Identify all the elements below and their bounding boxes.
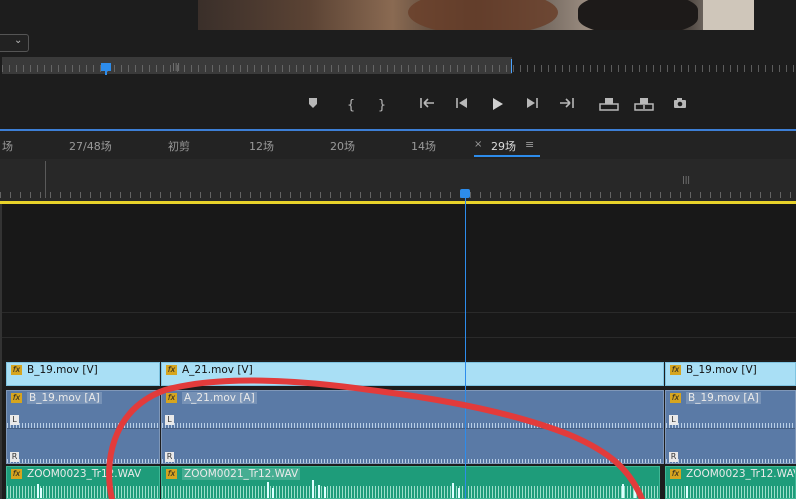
fx-badge-icon: fx bbox=[166, 365, 177, 375]
tab-close-icon[interactable]: × bbox=[474, 139, 482, 150]
audio-clip-b19[interactable]: fx B_19.mov [A] L R bbox=[6, 390, 160, 464]
timeline-ruler-ticks bbox=[0, 192, 796, 198]
fx-badge-icon: fx bbox=[11, 469, 22, 479]
mark-in-button[interactable]: { bbox=[342, 97, 360, 115]
tab-sequence-20[interactable]: 20场 bbox=[330, 138, 355, 154]
clip-label: ZOOM0023_Tr12.WAV bbox=[686, 468, 796, 480]
go-to-out-button[interactable] bbox=[556, 97, 576, 115]
channel-right-label: R bbox=[165, 452, 174, 462]
timeline-time-ruler[interactable]: ||| bbox=[0, 159, 796, 202]
audio-clip-zoom0021[interactable]: fx ZOOM0021_Tr12.WAV bbox=[161, 466, 660, 499]
lift-button[interactable] bbox=[599, 97, 619, 115]
monitor-playhead-icon[interactable] bbox=[101, 63, 111, 75]
fx-badge-icon: fx bbox=[670, 365, 681, 375]
channel-left-label: L bbox=[669, 415, 678, 425]
fx-badge-icon: fx bbox=[670, 469, 681, 479]
timeline-marker-icon: ||| bbox=[682, 175, 691, 184]
chevron-down-icon: ⌄ bbox=[14, 35, 23, 46]
tab-sequence-12[interactable]: 12场 bbox=[249, 138, 274, 154]
audio-clip-zoom0023-2[interactable]: fx ZOOM0023_Tr12.WAV bbox=[665, 466, 796, 499]
monitor-out-point bbox=[511, 59, 512, 73]
channel-left-label: L bbox=[165, 415, 174, 425]
clip-label: A_21.mov [V] bbox=[182, 364, 253, 376]
zoom-dropdown[interactable]: ⌄ bbox=[0, 34, 29, 52]
monitor-marker-icon: ||| bbox=[172, 62, 181, 71]
play-button[interactable] bbox=[488, 97, 506, 115]
export-frame-button[interactable] bbox=[671, 97, 689, 115]
fx-badge-icon: fx bbox=[166, 393, 177, 403]
channel-left-label: L bbox=[10, 415, 19, 425]
clip-label: ZOOM0023_Tr12.WAV bbox=[27, 468, 142, 480]
video-clip-b19[interactable]: fx B_19.mov [V] bbox=[6, 362, 160, 386]
channel-right-label: R bbox=[10, 452, 19, 462]
clip-label: B_19.mov [A] bbox=[686, 392, 761, 404]
sequence-tabs: 场 27/48场 初剪 12场 20场 14场 × 29场 ≡ bbox=[0, 131, 796, 159]
fx-badge-icon: fx bbox=[11, 365, 22, 375]
audio-clip-zoom0023[interactable]: fx ZOOM0023_Tr12.WAV bbox=[6, 466, 160, 499]
timeline-playhead-icon[interactable] bbox=[460, 189, 470, 198]
video-clip-b19-2[interactable]: fx B_19.mov [V] bbox=[665, 362, 796, 386]
tab-sequence-29[interactable]: 29场 bbox=[491, 138, 516, 154]
channel-right-label: R bbox=[669, 452, 678, 462]
fx-badge-icon: fx bbox=[11, 393, 22, 403]
tab-sequence-14[interactable]: 14场 bbox=[411, 138, 436, 154]
clip-label: B_19.mov [V] bbox=[686, 364, 757, 376]
step-back-button[interactable] bbox=[453, 97, 471, 115]
mark-out-button[interactable]: } bbox=[373, 97, 391, 115]
monitor-ruler-ticks bbox=[2, 65, 796, 72]
program-monitor-video bbox=[198, 0, 754, 30]
active-tab-indicator bbox=[474, 155, 540, 157]
clip-label: A_21.mov [A] bbox=[182, 392, 257, 404]
clip-label: B_19.mov [A] bbox=[27, 392, 102, 404]
playhead-line bbox=[465, 198, 466, 499]
tab-menu-icon[interactable]: ≡ bbox=[525, 138, 534, 151]
audio-clip-b19-2[interactable]: fx B_19.mov [A] L R bbox=[665, 390, 796, 464]
track-header-edge bbox=[0, 204, 2, 499]
monitor-time-ruler[interactable]: ||| bbox=[0, 57, 796, 77]
add-marker-button[interactable] bbox=[304, 97, 322, 115]
step-forward-button[interactable] bbox=[523, 97, 541, 115]
clip-label: B_19.mov [V] bbox=[27, 364, 98, 376]
fx-badge-icon: fx bbox=[166, 469, 177, 479]
audio-clip-a21[interactable]: fx A_21.mov [A] L R bbox=[161, 390, 664, 464]
clip-label: ZOOM0021_Tr12.WAV bbox=[182, 468, 301, 480]
go-to-in-button[interactable] bbox=[418, 97, 438, 115]
tab-sequence-rough-cut[interactable]: 初剪 bbox=[168, 138, 190, 154]
empty-video-tracks bbox=[2, 204, 796, 360]
fx-badge-icon: fx bbox=[670, 393, 681, 403]
tab-sequence-27-48[interactable]: 27/48场 bbox=[69, 138, 112, 154]
video-clip-a21[interactable]: fx A_21.mov [V] bbox=[161, 362, 664, 386]
tab-sequence-1[interactable]: 场 bbox=[2, 138, 13, 154]
extract-button[interactable] bbox=[634, 97, 654, 115]
